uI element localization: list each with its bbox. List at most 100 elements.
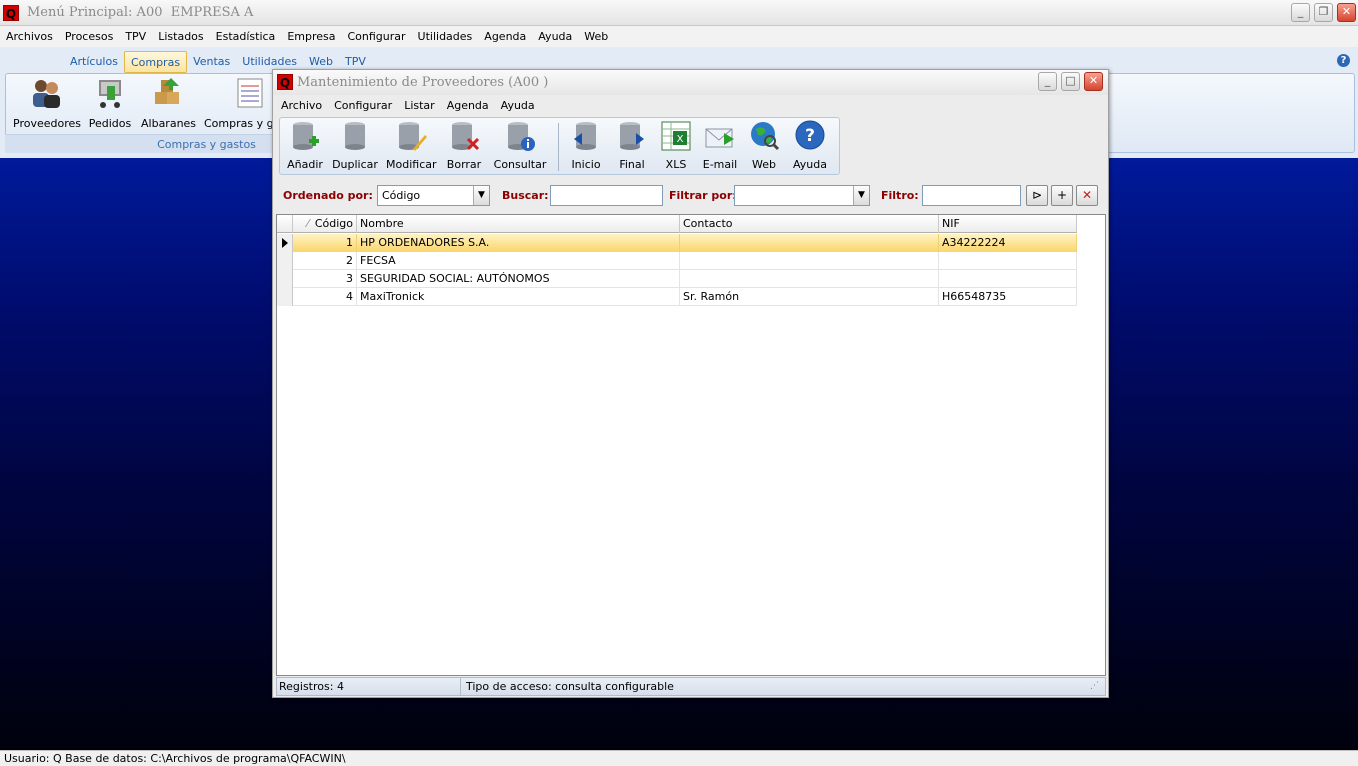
web-button[interactable]: Web <box>746 119 782 171</box>
order-select-value: Código <box>382 189 421 202</box>
chevron-down-icon[interactable]: ▼ <box>853 186 869 205</box>
cell-codigo: 2 <box>293 252 357 270</box>
table-row[interactable]: 1 HP ORDENADORES S.A. A34222224 <box>277 234 1077 252</box>
proveedores-button[interactable]: Proveedores <box>13 76 81 130</box>
resize-grip-icon[interactable]: ⋰ <box>1090 681 1099 691</box>
menu-archivos[interactable]: Archivos <box>6 30 53 43</box>
menu-web[interactable]: Web <box>584 30 608 43</box>
row-indicator <box>277 288 293 306</box>
order-select[interactable]: Código ▼ <box>377 185 490 206</box>
cell-nif: H66548735 <box>939 288 1077 306</box>
menu-empresa[interactable]: Empresa <box>287 30 335 43</box>
cell-nif <box>939 270 1077 288</box>
globe-icon <box>751 122 780 151</box>
menu-tpv[interactable]: TPV <box>125 30 146 43</box>
ayuda-button[interactable]: ? Ayuda <box>790 119 830 171</box>
compras-gastos-button[interactable]: Compras y gastos <box>204 76 272 130</box>
email-label: E-mail <box>702 158 738 171</box>
tab-articulos[interactable]: Artículos <box>64 51 124 73</box>
excel-icon: X <box>661 121 691 151</box>
toolbar-separator <box>558 123 559 171</box>
proveedores-label: Proveedores <box>13 117 81 130</box>
database-duplicate-icon <box>345 122 365 150</box>
row-indicator <box>277 234 293 252</box>
cell-nombre: SEGURIDAD SOCIAL: AUTÓNOMOS <box>357 270 680 288</box>
modificar-button[interactable]: Modificar <box>386 119 437 171</box>
database-delete-icon <box>452 122 480 151</box>
clear-filter-icon[interactable]: ✕ <box>1076 185 1098 206</box>
bottom-status-bar: Usuario: Q Base de datos: C:\Archivos de… <box>0 750 1358 766</box>
anadir-button[interactable]: Añadir <box>282 119 328 171</box>
menu-procesos[interactable]: Procesos <box>65 30 113 43</box>
cell-nombre: MaxiTronick <box>357 288 680 306</box>
web-label: Web <box>752 158 776 171</box>
cell-contacto: Sr. Ramón <box>680 288 939 306</box>
menu-ayuda[interactable]: Ayuda <box>538 30 572 43</box>
tab-ventas[interactable]: Ventas <box>187 51 236 73</box>
albaranes-button[interactable]: Albaranes <box>141 76 197 130</box>
cell-codigo: 1 <box>293 234 357 252</box>
child-minimize-icon[interactable]: _ <box>1038 72 1057 91</box>
duplicar-button[interactable]: Duplicar <box>332 119 378 171</box>
menu-agenda[interactable]: Agenda <box>447 99 489 112</box>
proveedores-grid[interactable]: ⁄ Código Nombre Contacto NIF 1 HP ORDENAD… <box>276 214 1106 676</box>
search-input[interactable] <box>550 185 663 206</box>
consultar-button[interactable]: Consultar <box>492 119 548 171</box>
child-close-icon[interactable]: ✕ <box>1084 72 1103 91</box>
email-button[interactable]: E-mail <box>700 119 740 171</box>
search-label: Buscar: <box>502 189 549 202</box>
main-title-bar: Q Menú Principal: A00 EMPRESA A _ ❐ ✕ <box>0 0 1358 26</box>
final-button[interactable]: Final <box>612 119 652 171</box>
restore-icon[interactable]: ❐ <box>1314 3 1333 22</box>
borrar-button[interactable]: Borrar <box>444 119 484 171</box>
inicio-label: Inicio <box>571 158 601 171</box>
last-record-icon <box>620 122 644 150</box>
inicio-button[interactable]: Inicio <box>566 119 606 171</box>
column-header-codigo[interactable]: ⁄ Código <box>293 215 357 233</box>
table-row[interactable]: 4 MaxiTronick Sr. Ramón H66548735 <box>277 288 1077 306</box>
menu-agenda[interactable]: Agenda <box>484 30 526 43</box>
menu-archivo[interactable]: Archivo <box>281 99 322 112</box>
cell-contacto <box>680 234 939 252</box>
status-divider <box>460 678 461 695</box>
column-header-contacto[interactable]: Contacto <box>680 215 939 233</box>
boxes-icon <box>155 78 179 104</box>
menu-utilidades[interactable]: Utilidades <box>418 30 473 43</box>
menu-listar[interactable]: Listar <box>404 99 435 112</box>
column-header-nombre[interactable]: Nombre <box>357 215 680 233</box>
spreadsheet-icon <box>237 78 263 108</box>
child-maximize-icon[interactable]: □ <box>1061 72 1080 91</box>
menu-estadistica[interactable]: Estadística <box>216 30 276 43</box>
filter-by-select[interactable]: ▼ <box>734 185 870 206</box>
apply-filter-icon[interactable]: ⊳ <box>1026 185 1048 206</box>
records-count: Registros: 4 <box>279 680 344 693</box>
albaranes-label: Albaranes <box>141 117 197 130</box>
column-header-nif[interactable]: NIF <box>939 215 1077 233</box>
menu-ayuda[interactable]: Ayuda <box>501 99 535 112</box>
child-status-bar: Registros: 4 Tipo de acceso: consulta co… <box>276 677 1106 696</box>
cell-codigo: 3 <box>293 270 357 288</box>
cart-icon <box>99 80 121 108</box>
minimize-icon[interactable]: _ <box>1291 3 1310 22</box>
tab-compras[interactable]: Compras <box>123 51 188 73</box>
table-row[interactable]: 3 SEGURIDAD SOCIAL: AUTÓNOMOS <box>277 270 1077 288</box>
menu-configurar[interactable]: Configurar <box>334 99 392 112</box>
row-indicator <box>277 270 293 288</box>
consultar-label: Consultar <box>493 158 547 171</box>
menu-listados[interactable]: Listados <box>158 30 203 43</box>
add-filter-icon[interactable]: + <box>1051 185 1073 206</box>
help-icon[interactable]: ? <box>1337 54 1350 67</box>
pedidos-button[interactable]: Pedidos <box>88 76 132 130</box>
xls-button[interactable]: X XLS <box>658 119 694 171</box>
close-icon[interactable]: ✕ <box>1337 3 1356 22</box>
menu-configurar[interactable]: Configurar <box>347 30 405 43</box>
compras-gastos-label: Compras y gastos <box>204 117 272 130</box>
chevron-down-icon[interactable]: ▼ <box>473 186 489 205</box>
final-label: Final <box>619 158 645 171</box>
modificar-label: Modificar <box>386 158 437 171</box>
table-row[interactable]: 2 FECSA <box>277 252 1077 270</box>
filter-input[interactable] <box>922 185 1021 206</box>
database-info-icon <box>508 122 535 151</box>
email-icon <box>705 128 734 148</box>
child-title-bar: Q Mantenimiento de Proveedores (A00 ) _ … <box>273 70 1108 95</box>
